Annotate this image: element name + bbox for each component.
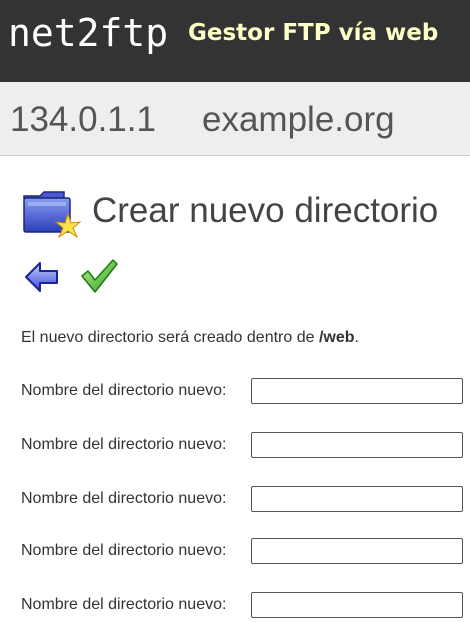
new-folder-icon bbox=[23, 191, 82, 239]
page-title: Crear nuevo directorio bbox=[92, 191, 439, 230]
directory-name-input-4[interactable] bbox=[251, 538, 463, 564]
host-ip: 134.0.1.1 bbox=[10, 100, 156, 139]
intro-prefix: El nuevo directorio será creado dentro d… bbox=[21, 329, 319, 346]
host-name: example.org bbox=[202, 100, 395, 139]
directory-field-row-1: Nombre del directorio nuevo: bbox=[21, 378, 463, 404]
directory-name-input-2[interactable] bbox=[251, 432, 463, 458]
directory-name-label: Nombre del directorio nuevo: bbox=[21, 542, 227, 559]
app-tagline: Gestor FTP vía web bbox=[188, 20, 439, 46]
directory-name-label: Nombre del directorio nuevo: bbox=[21, 596, 227, 613]
back-arrow-icon[interactable] bbox=[24, 260, 60, 294]
intro-suffix: . bbox=[354, 329, 359, 346]
directory-name-input-3[interactable] bbox=[251, 486, 463, 512]
directory-name-label: Nombre del directorio nuevo: bbox=[21, 382, 227, 399]
directory-field-row-3: Nombre del directorio nuevo: bbox=[21, 486, 463, 512]
target-path: /web bbox=[318, 329, 355, 346]
directory-field-row-5: Nombre del directorio nuevo: bbox=[21, 592, 463, 618]
intro-text: El nuevo directorio será creado dentro d… bbox=[21, 328, 359, 348]
directory-field-row-2: Nombre del directorio nuevo: bbox=[21, 432, 463, 458]
directory-name-label: Nombre del directorio nuevo: bbox=[21, 490, 227, 507]
directory-name-label: Nombre del directorio nuevo: bbox=[21, 436, 227, 453]
directory-name-input-1[interactable] bbox=[251, 378, 463, 404]
app-logo[interactable]: net2ftp bbox=[8, 10, 168, 56]
directory-field-row-4: Nombre del directorio nuevo: bbox=[21, 538, 463, 564]
checkmark-icon[interactable] bbox=[80, 258, 118, 294]
directory-name-input-5[interactable] bbox=[251, 592, 463, 618]
top-bar: net2ftp Gestor FTP vía web bbox=[0, 0, 470, 82]
